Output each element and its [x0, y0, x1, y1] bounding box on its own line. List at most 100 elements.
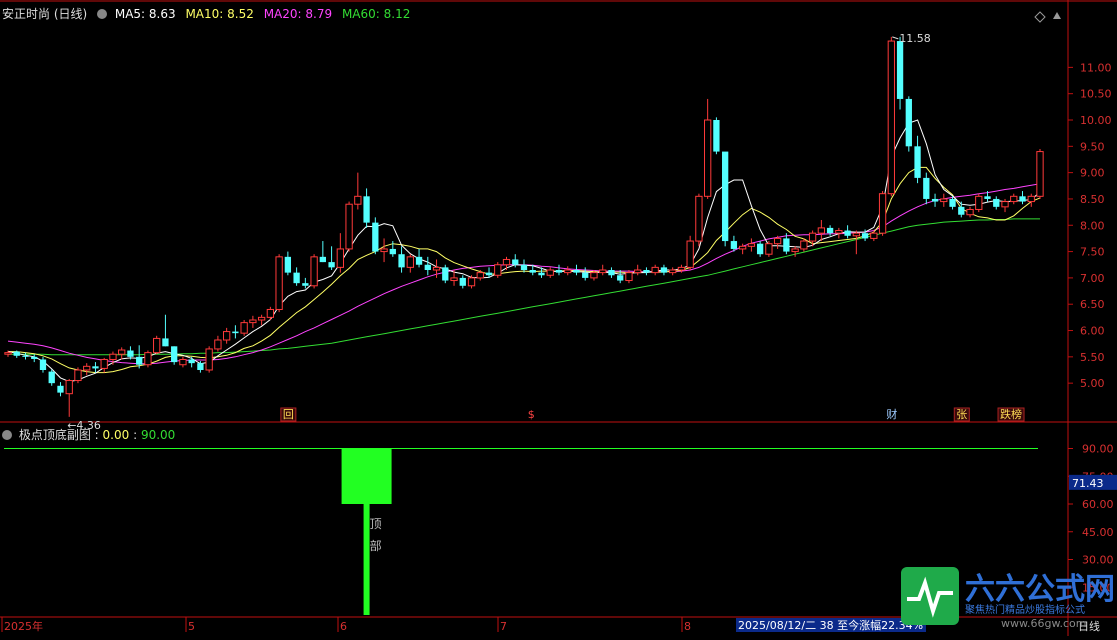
candle: [171, 346, 178, 365]
candle-body: [39, 359, 47, 370]
candle-body: [92, 366, 99, 369]
stock-chart-window[interactable]: 11.00 10.50 10.00 9.50 9.00 8.50 8.00 7.50 7.00 6…: [0, 0, 1117, 636]
candle: [144, 350, 152, 368]
candle-body: [817, 227, 826, 234]
price-axis-label: 8.50: [1080, 193, 1105, 206]
candle: [232, 325, 239, 339]
candle: [722, 151, 729, 247]
candle-body: [844, 230, 851, 236]
candle: [931, 193, 939, 207]
candle-body: [179, 358, 187, 366]
candle: [608, 267, 615, 278]
settings-circle-icon[interactable]: [97, 9, 108, 19]
candle-body: [442, 267, 449, 281]
candle: [310, 254, 318, 289]
price-axis-label: 11.00: [1080, 61, 1112, 74]
event-marker[interactable]: 张: [953, 407, 970, 422]
date-axis-label: 6: [340, 620, 347, 633]
price-axis-label: 8.00: [1080, 219, 1105, 232]
candle-body: [22, 355, 29, 357]
candle-body: [512, 259, 519, 265]
candle: [870, 230, 878, 242]
event-marker[interactable]: 回: [280, 407, 297, 422]
candle-body: [617, 275, 624, 281]
candle-body: [993, 198, 1000, 207]
candle-body: [432, 266, 441, 271]
candle-body: [48, 371, 55, 384]
expand-icon[interactable]: [1053, 12, 1061, 19]
candle-body: [896, 41, 904, 99]
candle: [905, 96, 912, 152]
cursor-info-text: 2025/08/12/二 38 至今涨幅22.34%: [738, 618, 923, 632]
candle-body: [1019, 196, 1026, 202]
candle-body: [738, 245, 747, 250]
stock-title: 安正时尚 (日线): [2, 7, 88, 21]
candle-body: [31, 356, 38, 359]
candle: [302, 277, 309, 289]
candle-body: [354, 195, 362, 205]
candle: [747, 238, 756, 252]
event-marker-label: 跌榜: [1000, 407, 1022, 421]
candle: [634, 264, 642, 276]
price-axis-label: 9.00: [1080, 167, 1105, 180]
candle-body: [319, 256, 326, 263]
candle-body: [1036, 151, 1044, 197]
candle: [406, 254, 414, 273]
candle: [442, 264, 449, 284]
candle-body: [931, 198, 939, 202]
candle-body: [852, 232, 860, 237]
candle: [546, 267, 554, 278]
candle: [205, 346, 213, 373]
candle-body: [765, 243, 773, 255]
settings-circle-icon[interactable]: [2, 430, 12, 440]
candle-body: [389, 248, 396, 255]
candle: [57, 382, 64, 397]
ma60-line: [8, 218, 1040, 356]
candle: [118, 347, 126, 360]
event-marker[interactable]: 跌榜: [997, 407, 1025, 422]
candle-body: [293, 272, 300, 284]
candle-body: [310, 256, 318, 287]
price-axis-label: 5.50: [1080, 351, 1105, 364]
high-price-label: 11.58: [899, 32, 931, 45]
candle-body: [730, 241, 738, 249]
candle: [835, 227, 843, 239]
chart-canvas[interactable]: 11.00 10.50 10.00 9.50 9.00 8.50 8.00 7.50 7.00 6…: [0, 0, 1117, 636]
event-marker[interactable]: $: [528, 408, 535, 421]
candle: [284, 251, 292, 276]
price-axis-label: 7.00: [1080, 272, 1105, 285]
candle: [459, 275, 466, 289]
event-marker[interactable]: 财: [886, 407, 897, 421]
candle-body: [984, 196, 991, 199]
site-watermark-logo: 六六公式网 聚焦热门精品炒股指标公式 www.66gw.com: [901, 565, 1115, 631]
candle: [328, 246, 335, 270]
candle-body: [660, 267, 668, 273]
candle-body: [153, 337, 161, 354]
price-axis-label: 9.50: [1080, 140, 1105, 153]
diamond-icon[interactable]: [1034, 11, 1046, 23]
candle-body: [494, 264, 502, 276]
high-arrow-icon: [892, 36, 899, 40]
ma10-label: MA10: 8.52: [185, 7, 254, 21]
candle-body: [564, 269, 572, 274]
candle-body: [887, 40, 895, 195]
candle: [109, 351, 117, 365]
candle-body: [222, 331, 231, 341]
event-marker-label: $: [528, 408, 535, 421]
candle-body: [1010, 195, 1018, 203]
candle: [704, 98, 712, 199]
candle: [1010, 193, 1018, 205]
candle-body: [651, 266, 659, 274]
candle-body: [590, 272, 598, 279]
candle: [494, 262, 502, 278]
candle-body: [197, 363, 204, 370]
candle: [74, 367, 82, 384]
candle: [240, 320, 248, 336]
candle-body: [546, 269, 554, 276]
candle-body: [538, 272, 545, 276]
candle-body: [424, 264, 431, 270]
candle: [372, 217, 379, 255]
candle-body: [109, 353, 117, 360]
candle-body: [608, 270, 615, 276]
candle-body: [100, 358, 108, 369]
